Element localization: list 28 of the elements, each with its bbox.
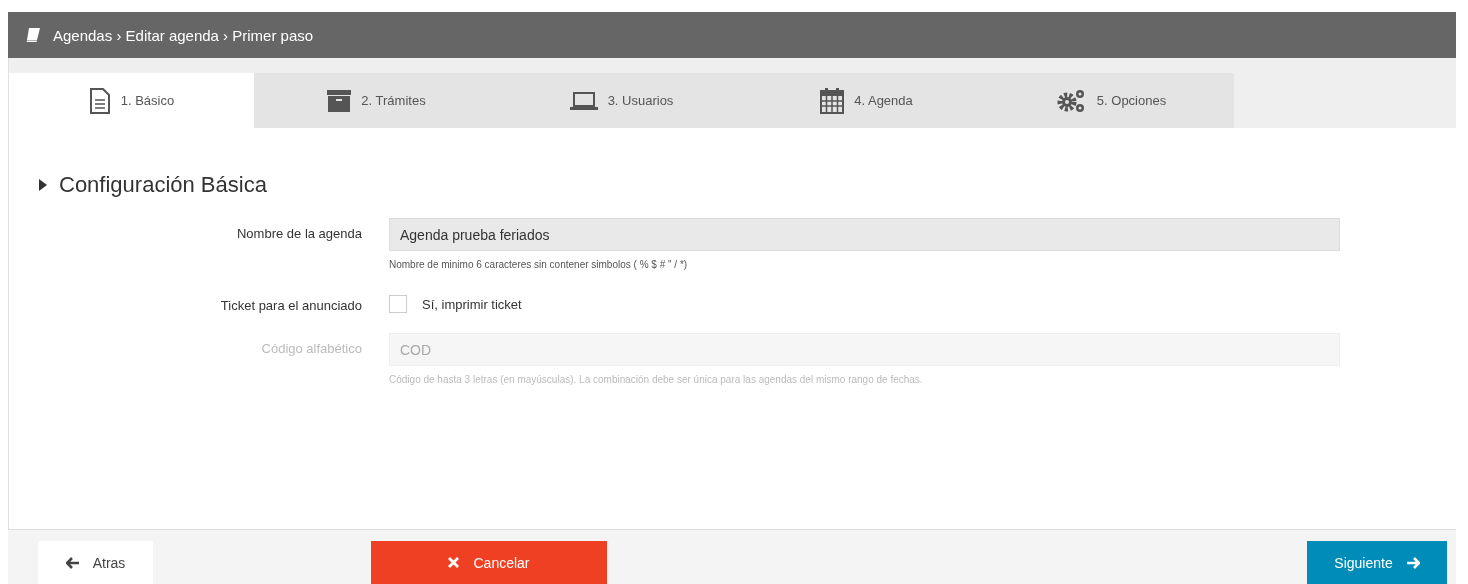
tab[interactable]: 3. Usuarios [499, 73, 744, 128]
calendar-icon [820, 87, 845, 114]
help-text: Código de hasta 3 letras (en mayúsculas). La combinación debe ser única para las agendas del mismo rango de fechas. [389, 374, 924, 385]
field-label: Ticket para el anunciado [219, 297, 362, 313]
archive-icon [327, 88, 352, 113]
help-text: Nombre de minimo 6 caracteres sin contener simbolos ( % $ # " / *) [389, 259, 689, 270]
tab[interactable]: 4. Agenda [744, 73, 989, 128]
next-button[interactable]: Siguiente [1307, 541, 1447, 584]
settings-icon [1056, 87, 1087, 114]
caret-icon [39, 179, 47, 191]
book-icon [25, 27, 41, 43]
section-title: Configuración Básica [59, 172, 267, 198]
tab[interactable]: 2. Trámites [254, 73, 499, 128]
tab[interactable]: 1. Básico [9, 73, 254, 128]
arrow-right-icon [1406, 556, 1420, 569]
field-label: Nombre de la agenda [235, 225, 362, 243]
document-icon [88, 87, 111, 114]
input-field[interactable]: Agenda prueba feriados [389, 218, 1340, 251]
close-icon [448, 557, 460, 568]
breadcrumb: Agendas › Editar agenda › Primer paso [53, 26, 314, 44]
tab[interactable]: 5. Opciones [989, 73, 1234, 128]
field-label: Código alfabético [260, 340, 362, 358]
checkbox[interactable] [389, 295, 407, 313]
checkbox-label: Sí, imprimir ticket [422, 296, 522, 312]
back-button[interactable]: Atras [38, 541, 153, 584]
laptop-icon [569, 90, 598, 111]
cancel-button[interactable]: Cancelar [371, 541, 607, 584]
arrow-left-icon [65, 556, 79, 569]
